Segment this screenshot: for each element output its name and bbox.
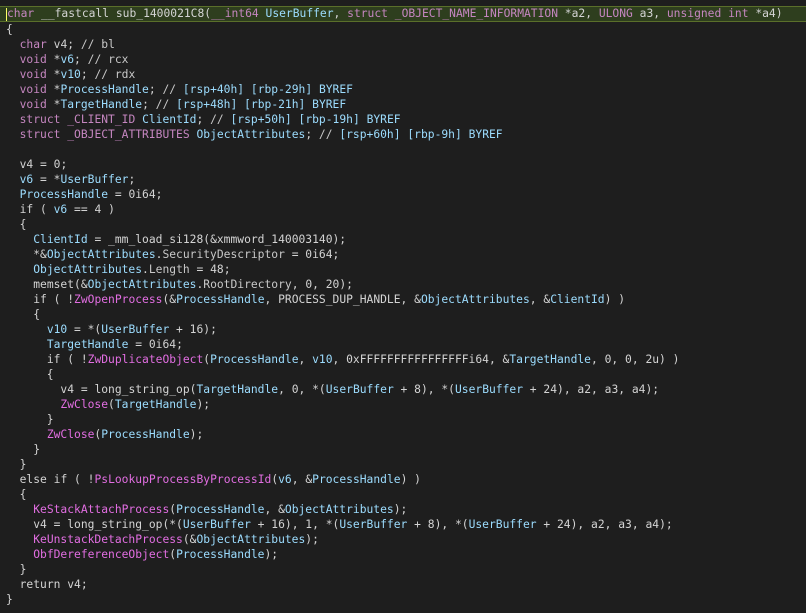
- code-line[interactable]: ObjectAttributes.Length = 48;: [0, 262, 806, 277]
- code-line[interactable]: void *TargetHandle; // [rsp+48h] [rbp-21…: [0, 97, 806, 112]
- pseudocode-view[interactable]: char __fastcall sub_1400021C8(__int64 Us…: [0, 0, 806, 613]
- code-line[interactable]: ClientId = _mm_load_si128(&xmmword_14000…: [0, 232, 806, 247]
- code-line[interactable]: v4 = 0;: [0, 157, 806, 172]
- code-line[interactable]: char v4; // bl: [0, 37, 806, 52]
- code-line[interactable]: {: [0, 367, 806, 382]
- code-line[interactable]: [0, 142, 806, 157]
- code-line[interactable]: struct _OBJECT_ATTRIBUTES ObjectAttribut…: [0, 127, 806, 142]
- code-line[interactable]: v4 = long_string_op(TargetHandle, 0, *(U…: [0, 382, 806, 397]
- code-line[interactable]: }: [0, 442, 806, 457]
- code-line[interactable]: void *v6; // rcx: [0, 52, 806, 67]
- code-line[interactable]: }: [0, 457, 806, 472]
- code-line[interactable]: else if ( !PsLookupProcessByProcessId(v6…: [0, 472, 806, 487]
- code-line[interactable]: {: [0, 307, 806, 322]
- code-line[interactable]: KeStackAttachProcess(ProcessHandle, &Obj…: [0, 502, 806, 517]
- code-line[interactable]: ProcessHandle = 0i64;: [0, 187, 806, 202]
- code-line[interactable]: {: [0, 487, 806, 502]
- code-line[interactable]: {: [0, 22, 806, 37]
- code-line[interactable]: }: [0, 592, 806, 607]
- function-signature-line[interactable]: char __fastcall sub_1400021C8(__int64 Us…: [0, 6, 806, 22]
- code-line[interactable]: memset(&ObjectAttributes.RootDirectory, …: [0, 277, 806, 292]
- code-line[interactable]: void *v10; // rdx: [0, 67, 806, 82]
- code-line[interactable]: if ( !ZwOpenProcess(&ProcessHandle, PROC…: [0, 292, 806, 307]
- code-line[interactable]: v10 = *(UserBuffer + 16);: [0, 322, 806, 337]
- code-line[interactable]: ZwClose(TargetHandle);: [0, 397, 806, 412]
- code-line[interactable]: v4 = long_string_op(*(UserBuffer + 16), …: [0, 517, 806, 532]
- code-line[interactable]: }: [0, 562, 806, 577]
- code-line[interactable]: struct _CLIENT_ID ClientId; // [rsp+50h]…: [0, 112, 806, 127]
- code-line[interactable]: v6 = *UserBuffer;: [0, 172, 806, 187]
- code-line[interactable]: *&ObjectAttributes.SecurityDescriptor = …: [0, 247, 806, 262]
- code-line[interactable]: KeUnstackDetachProcess(&ObjectAttributes…: [0, 532, 806, 547]
- code-line[interactable]: ZwClose(ProcessHandle);: [0, 427, 806, 442]
- code-line[interactable]: return v4;: [0, 577, 806, 592]
- code-line[interactable]: void *ProcessHandle; // [rsp+40h] [rbp-2…: [0, 82, 806, 97]
- code-line[interactable]: TargetHandle = 0i64;: [0, 337, 806, 352]
- code-line[interactable]: if ( v6 == 4 ): [0, 202, 806, 217]
- code-line[interactable]: }: [0, 412, 806, 427]
- code-line[interactable]: ObfDereferenceObject(ProcessHandle);: [0, 547, 806, 562]
- code-line[interactable]: {: [0, 217, 806, 232]
- code-line[interactable]: if ( !ZwDuplicateObject(ProcessHandle, v…: [0, 352, 806, 367]
